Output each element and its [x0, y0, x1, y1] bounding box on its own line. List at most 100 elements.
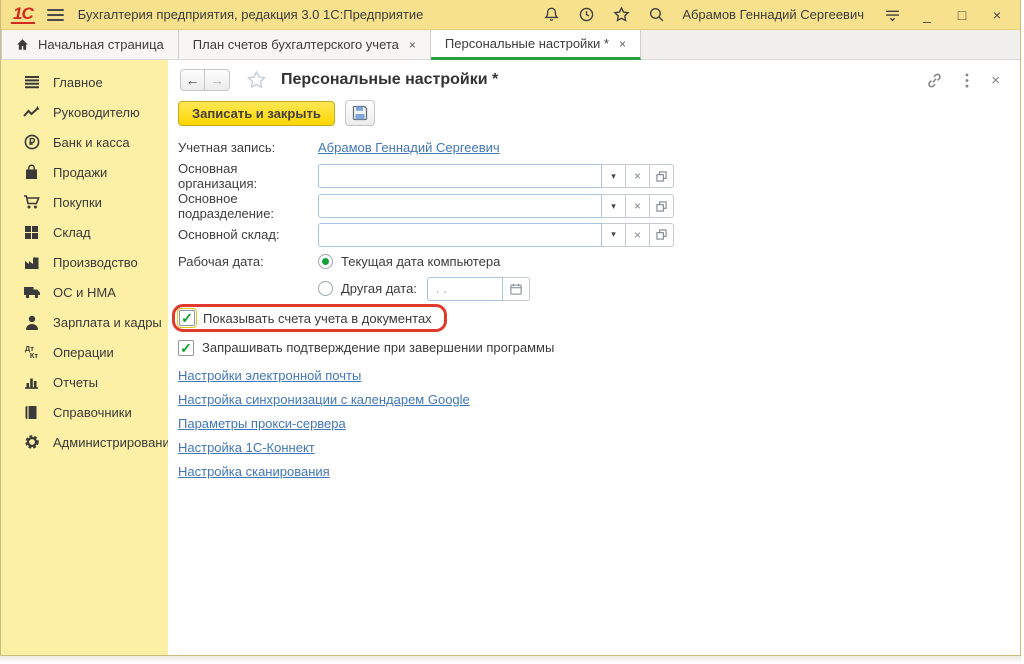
- google-calendar-sync-link[interactable]: Настройка синхронизации с календарем Goo…: [178, 392, 470, 407]
- 1c-logo-icon[interactable]: 1С: [11, 6, 35, 24]
- sidebar-item-manager[interactable]: Руководителю: [1, 97, 168, 127]
- open-choice-icon[interactable]: [650, 194, 674, 218]
- main-menu-icon[interactable]: [47, 9, 64, 21]
- bar-chart-icon: [22, 373, 41, 391]
- titlebar: 1С Бухгалтерия предприятия, редакция 3.0…: [1, 0, 1020, 30]
- dropdown-arrow-icon[interactable]: ▾: [602, 194, 626, 218]
- sidebar-item-bank-cash[interactable]: Банк и касса: [1, 127, 168, 157]
- person-icon: [22, 313, 41, 331]
- sidebar-item-fixed-assets[interactable]: ОС и НМА: [1, 277, 168, 307]
- main-organization-label: Основная организация:: [178, 161, 318, 191]
- dropdown-arrow-icon[interactable]: ▾: [602, 223, 626, 247]
- tab-home[interactable]: Начальная страница: [1, 30, 179, 59]
- add-favorite-star-icon[interactable]: [246, 70, 267, 90]
- sidebar-item-operations[interactable]: ДтКт Операции: [1, 337, 168, 367]
- main-department-field: ▾ ×: [318, 194, 674, 218]
- sidebar-item-payroll-hr[interactable]: Зарплата и кадры: [1, 307, 168, 337]
- save-button[interactable]: [345, 100, 375, 126]
- forward-arrow-button[interactable]: →: [205, 70, 229, 90]
- minimize-button[interactable]: _: [914, 7, 940, 23]
- date-input[interactable]: . .: [427, 277, 503, 301]
- shopping-bag-icon: [22, 163, 41, 181]
- close-tab-icon[interactable]: ×: [619, 37, 626, 51]
- scan-settings-link[interactable]: Настройка сканирования: [178, 464, 330, 479]
- favorites-star-icon[interactable]: [608, 4, 634, 26]
- sidebar-item-purchases[interactable]: Покупки: [1, 187, 168, 217]
- confirm-exit-checkbox-label: Запрашивать подтверждение при завершении…: [202, 340, 554, 355]
- close-form-icon[interactable]: ×: [991, 72, 1000, 89]
- book-icon: [22, 403, 41, 421]
- save-and-close-button[interactable]: Записать и закрыть: [178, 101, 335, 126]
- main-department-input[interactable]: [318, 194, 602, 218]
- main-warehouse-field: ▾ ×: [318, 223, 674, 247]
- calendar-icon[interactable]: [503, 277, 530, 301]
- sidebar-item-administration[interactable]: Администрирование: [1, 427, 168, 457]
- clear-field-icon[interactable]: ×: [626, 223, 650, 247]
- radio-other-date[interactable]: [318, 281, 333, 296]
- close-window-button[interactable]: ×: [984, 7, 1010, 23]
- dropdown-arrow-icon[interactable]: ▾: [602, 164, 626, 188]
- account-label: Учетная запись:: [178, 140, 318, 155]
- email-settings-link[interactable]: Настройки электронной почты: [178, 368, 361, 383]
- main-warehouse-input[interactable]: [318, 223, 602, 247]
- truck-icon: [22, 283, 41, 301]
- other-date-field: . .: [427, 277, 530, 301]
- open-choice-icon[interactable]: [650, 223, 674, 247]
- maximize-button[interactable]: □: [949, 7, 975, 23]
- floppy-disk-icon: [352, 105, 368, 121]
- blocks-grid-icon: [22, 223, 41, 241]
- sidebar-item-directories[interactable]: Справочники: [1, 397, 168, 427]
- tab-personal-settings[interactable]: Персональные настройки * ×: [431, 30, 641, 60]
- sidebar-item-main[interactable]: Главное: [1, 67, 168, 97]
- list-lines-icon: [22, 73, 41, 91]
- main-warehouse-label: Основной склад:: [178, 227, 318, 242]
- debit-credit-icon: ДтКт: [22, 343, 41, 361]
- show-accounts-checkbox-label: Показывать счета учета в документах: [203, 311, 432, 326]
- home-icon: [16, 38, 29, 51]
- main-organization-input[interactable]: [318, 164, 602, 188]
- window-title: Бухгалтерия предприятия, редакция 3.0 1С…: [78, 7, 424, 22]
- clear-field-icon[interactable]: ×: [626, 164, 650, 188]
- current-user[interactable]: Абрамов Геннадий Сергеевич: [682, 7, 864, 22]
- radio-current-date-label: Текущая дата компьютера: [341, 254, 500, 269]
- search-icon[interactable]: [643, 4, 669, 26]
- sidebar-item-reports[interactable]: Отчеты: [1, 367, 168, 397]
- trend-chart-icon: [22, 103, 41, 121]
- ruble-coin-icon: [22, 133, 41, 151]
- gear-icon: [22, 433, 41, 451]
- confirm-exit-checkbox[interactable]: ✓: [178, 340, 194, 356]
- proxy-settings-link[interactable]: Параметры прокси-сервера: [178, 416, 346, 431]
- radio-other-date-label: Другая дата:: [341, 281, 417, 296]
- window-shadow: [0, 656, 1021, 662]
- tab-label: Начальная страница: [38, 37, 164, 52]
- sidebar-item-warehouse[interactable]: Склад: [1, 217, 168, 247]
- main-organization-field: ▾ ×: [318, 164, 674, 188]
- account-user-link[interactable]: Абрамов Геннадий Сергеевич: [318, 140, 500, 155]
- back-arrow-button[interactable]: ←: [181, 70, 205, 90]
- page-title: Персональные настройки *: [281, 71, 498, 89]
- factory-icon: [22, 253, 41, 271]
- open-choice-icon[interactable]: [650, 164, 674, 188]
- sidebar-item-production[interactable]: Производство: [1, 247, 168, 277]
- red-highlight-annotation: ✓ Показывать счета учета в документах: [172, 304, 447, 332]
- show-accounts-checkbox[interactable]: ✓: [179, 310, 195, 326]
- more-menu-icon[interactable]: [965, 73, 969, 88]
- service-menu-icon[interactable]: [879, 4, 905, 26]
- tab-label: Персональные настройки *: [445, 36, 609, 51]
- app-window: 1С Бухгалтерия предприятия, редакция 3.0…: [0, 0, 1021, 656]
- tab-label: План счетов бухгалтерского учета: [193, 37, 399, 52]
- history-icon[interactable]: [573, 4, 599, 26]
- form-personal-settings: ← → Персональные настройки * ×: [168, 60, 1020, 655]
- close-tab-icon[interactable]: ×: [409, 38, 416, 52]
- notifications-bell-icon[interactable]: [538, 4, 564, 26]
- 1c-connect-link[interactable]: Настройка 1С-Коннект: [178, 440, 315, 455]
- main-department-label: Основное подразделение:: [178, 191, 318, 221]
- clear-field-icon[interactable]: ×: [626, 194, 650, 218]
- shopping-cart-icon: [22, 193, 41, 211]
- sidebar-item-sales[interactable]: Продажи: [1, 157, 168, 187]
- radio-current-date[interactable]: [318, 254, 333, 269]
- get-link-icon[interactable]: [926, 72, 943, 89]
- section-panel: Главное Руководителю Банк и касса Продаж…: [1, 60, 168, 655]
- tab-bar: Начальная страница План счетов бухгалтер…: [1, 30, 1020, 60]
- tab-chart-of-accounts[interactable]: План счетов бухгалтерского учета ×: [179, 30, 431, 59]
